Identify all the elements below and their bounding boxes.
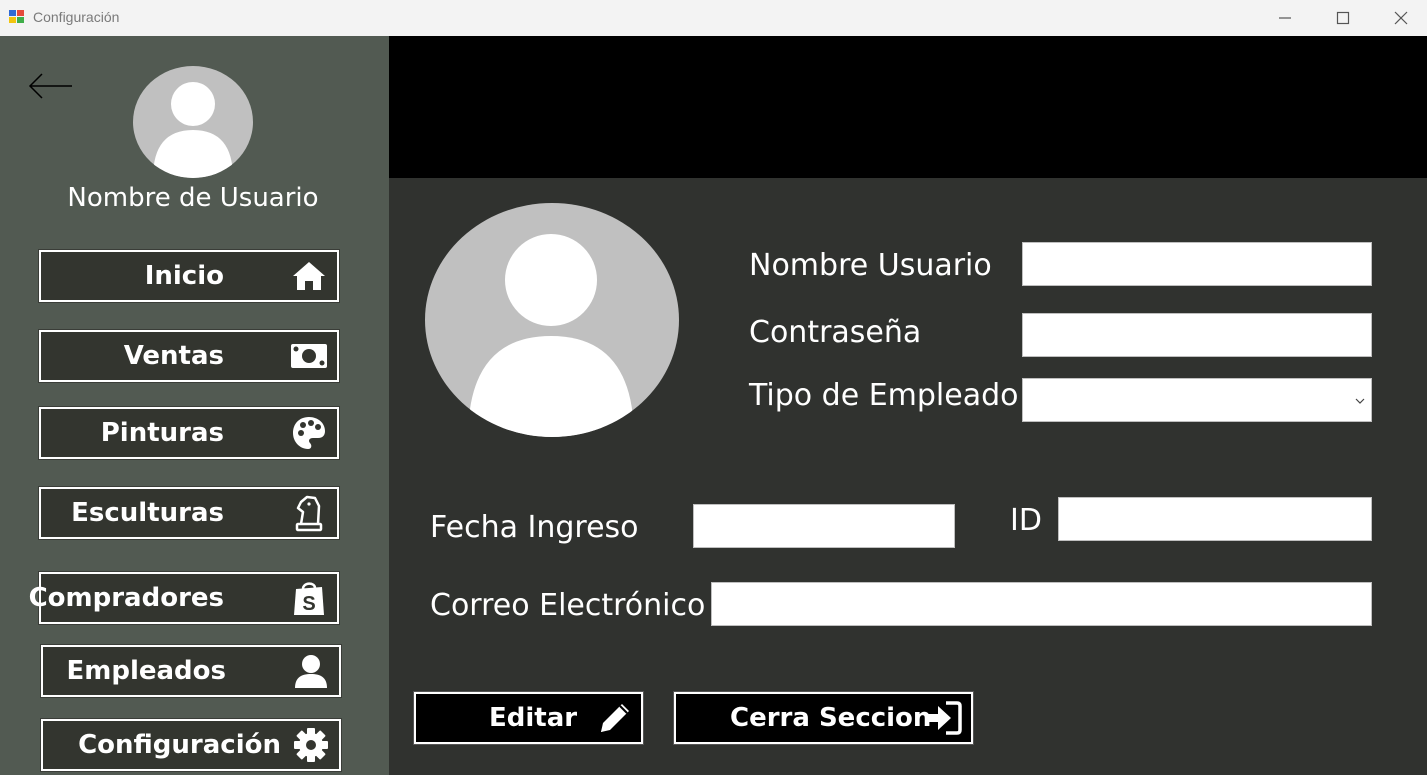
fecha-ingreso-label: Fecha Ingreso <box>430 510 639 545</box>
minimize-button[interactable] <box>1256 0 1314 36</box>
sidebar: Nombre de Usuario Inicio Ventas Pinturas… <box>0 36 389 775</box>
header-band <box>389 36 1427 178</box>
edit-button-label: Editar <box>489 703 578 733</box>
svg-text:S: S <box>302 593 315 615</box>
user-icon <box>291 651 331 691</box>
sidebar-item-esculturas[interactable]: Esculturas <box>38 486 340 540</box>
chevron-down-icon <box>1355 393 1365 407</box>
tipo-empleado-label: Tipo de Empleado <box>749 378 1019 413</box>
sidebar-item-empleados[interactable]: Empleados <box>40 644 342 698</box>
home-icon <box>289 256 329 296</box>
window-title: Configuración <box>33 9 120 25</box>
sidebar-avatar <box>133 66 253 178</box>
sidebar-item-pinturas[interactable]: Pinturas <box>38 406 340 460</box>
correo-label: Correo Electrónico <box>430 588 706 623</box>
sidebar-item-label: Inicio <box>144 261 224 291</box>
back-button[interactable] <box>28 72 74 100</box>
contrasena-label: Contraseña <box>749 315 922 350</box>
sidebar-item-label: Empleados <box>66 656 226 686</box>
correo-input[interactable] <box>711 582 1372 626</box>
sidebar-item-ventas[interactable]: Ventas <box>38 329 340 383</box>
sidebar-item-label: Configuración <box>78 730 281 760</box>
sidebar-item-label: Compradores <box>28 583 224 613</box>
palette-icon <box>289 413 329 453</box>
logout-button[interactable]: Cerra Seccion <box>673 691 974 745</box>
edit-button[interactable]: Editar <box>413 691 644 745</box>
maximize-icon <box>1336 11 1350 25</box>
nombre-usuario-label: Nombre Usuario <box>749 248 992 283</box>
nombre-usuario-input[interactable] <box>1022 242 1372 286</box>
pencil-icon <box>595 698 635 738</box>
profile-avatar[interactable] <box>424 202 680 438</box>
logout-button-label: Cerra Seccion <box>730 703 932 733</box>
user-avatar-icon <box>133 66 253 178</box>
id-input[interactable] <box>1058 497 1372 541</box>
chess-knight-icon <box>289 493 329 533</box>
money-icon <box>289 336 329 376</box>
user-name: Nombre de Usuario <box>67 183 319 213</box>
sidebar-item-configuracion[interactable]: Configuración <box>40 718 342 772</box>
close-button[interactable] <box>1372 0 1427 36</box>
title-bar: Configuración <box>0 0 1427 36</box>
close-icon <box>1394 11 1408 25</box>
fecha-ingreso-input[interactable] <box>693 504 955 548</box>
user-avatar-icon <box>425 203 679 437</box>
sidebar-item-label: Esculturas <box>71 498 224 528</box>
minimize-icon <box>1279 17 1291 19</box>
shopping-bag-icon: S <box>289 578 329 618</box>
gear-icon <box>291 725 331 765</box>
sidebar-item-label: Pinturas <box>100 418 224 448</box>
sidebar-item-inicio[interactable]: Inicio <box>38 249 340 303</box>
sign-in-icon <box>923 698 963 738</box>
arrow-left-icon <box>28 73 72 99</box>
sidebar-item-compradores[interactable]: Compradores S <box>28 571 340 625</box>
sidebar-item-label: Ventas <box>123 341 224 371</box>
tipo-empleado-select[interactable] <box>1022 378 1372 422</box>
id-label: ID <box>1010 503 1042 538</box>
app-icon <box>9 10 25 24</box>
maximize-button[interactable] <box>1314 0 1372 36</box>
main-panel: Nombre Usuario Contraseña Tipo de Emplea… <box>389 36 1427 775</box>
contrasena-input[interactable] <box>1022 313 1372 357</box>
